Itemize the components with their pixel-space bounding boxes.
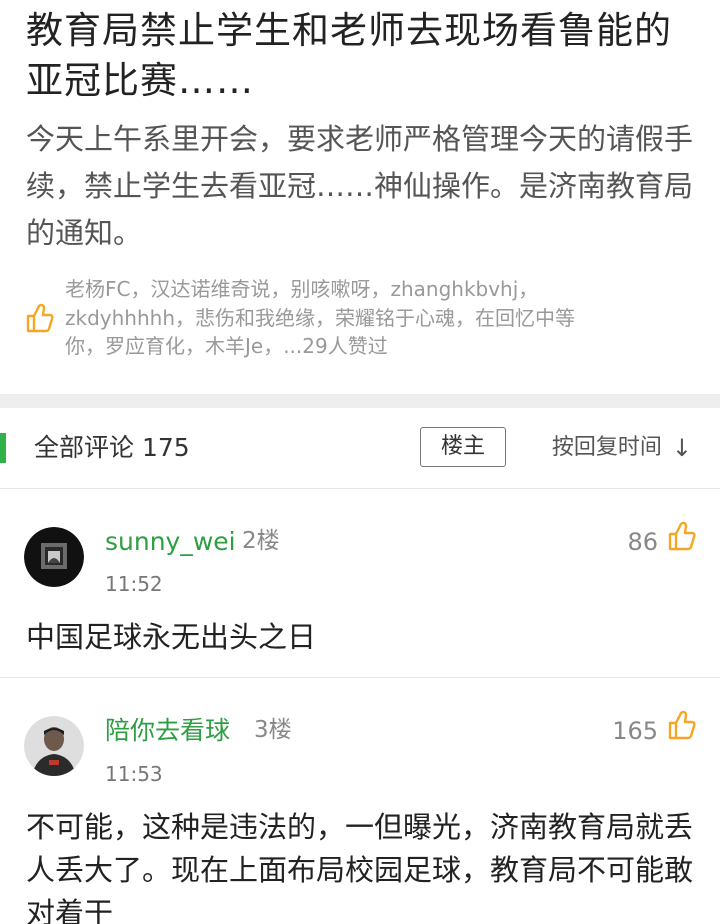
thumbs-up-icon[interactable]	[668, 521, 696, 551]
floor-number: 3楼	[254, 717, 292, 743]
comment-like-count: 165	[612, 717, 658, 745]
comments-count-title: 全部评论 175	[34, 433, 190, 462]
post-body: 今天上午系里开会，要求老师严格管理今天的请假手续，禁止学生去看亚冠……神仙操作。…	[26, 122, 694, 250]
post-content: 教育局禁止学生和老师去现场看鲁能的亚冠比赛…… 今天上午系里开会，要求老师严格管…	[0, 0, 720, 361]
sort-label: 按回复时间	[551, 435, 662, 460]
comment-like-count: 86	[627, 528, 658, 556]
user-avatar[interactable]	[24, 716, 84, 776]
likes-line: 你，罗应育化，木羊Je，...29人赞过	[65, 334, 388, 359]
likes-user-list[interactable]: 老杨FC，汉达诺维奇说，别咳嗽呀，zhanghkbvhj， zkdyhhhhh，…	[65, 275, 575, 361]
floor-number: 2楼	[242, 528, 280, 554]
section-divider	[0, 394, 720, 408]
post-title: 教育局禁止学生和老师去现场看鲁能的亚冠比赛……	[26, 9, 672, 102]
comment-author[interactable]: sunny_wei	[105, 525, 236, 559]
sort-order-toggle[interactable]: 按回复时间 ↓	[552, 428, 692, 468]
post-detail-page: 教育局禁止学生和老师去现场看鲁能的亚冠比赛…… 今天上午系里开会，要求老师严格管…	[0, 0, 720, 924]
thumbs-up-icon	[26, 303, 54, 333]
user-avatar[interactable]	[24, 527, 84, 587]
comment-author[interactable]: 陪你去看球	[105, 714, 230, 748]
comment-item: 陪你去看球 3楼 11:53 165 不可能，这种是违法的，一但曝光，济南教育局…	[0, 678, 720, 924]
arrow-down-icon: ↓	[671, 434, 692, 462]
section-accent-bar	[0, 433, 6, 463]
comment-time: 11:52	[105, 572, 163, 596]
comment-item: sunny_wei 2楼 11:52 86 中国足球永无出头之日	[0, 489, 720, 677]
comment-text: 中国足球永无出头之日	[26, 620, 317, 654]
thumbs-up-icon[interactable]	[668, 710, 696, 740]
comment-time: 11:53	[105, 762, 163, 786]
likes-line: zkdyhhhhh，悲伤和我绝缘，荣耀铭于心魂，在回忆中等	[65, 305, 575, 330]
likes-summary[interactable]: 老杨FC，汉达诺维奇说，别咳嗽呀，zhanghkbvhj， zkdyhhhhh，…	[26, 275, 694, 361]
only-op-filter-button[interactable]: 楼主	[420, 427, 506, 467]
likes-line: 老杨FC，汉达诺维奇说，别咳嗽呀，zhanghkbvhj，	[65, 277, 539, 302]
comment-text: 不可能，这种是违法的，一但曝光，济南教育局就丢人丢大了。现在上面布局校园足球，教…	[26, 810, 694, 924]
comments-header: 全部评论 175 楼主 按回复时间 ↓	[0, 408, 720, 489]
